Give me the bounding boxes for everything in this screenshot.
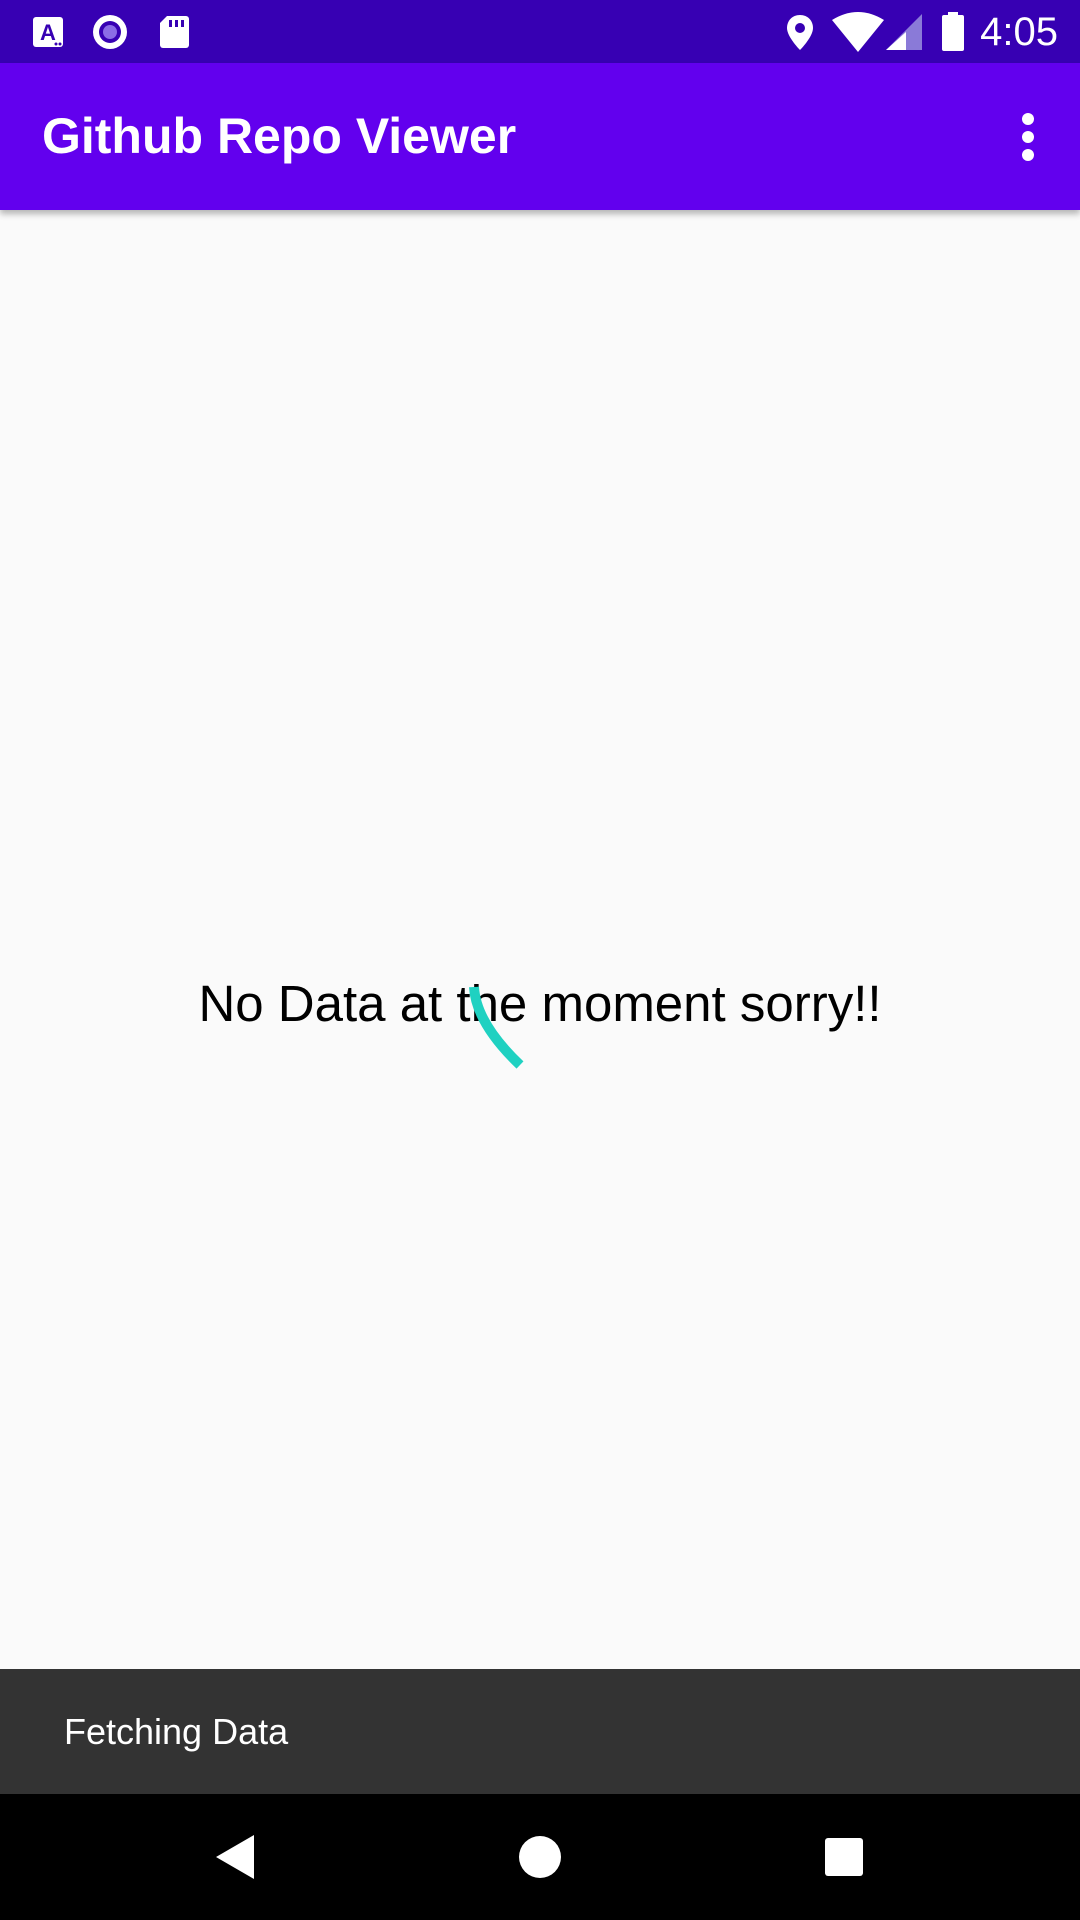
status-bar: A 4:05 [0,0,1080,63]
app-screen: A 4:05 Github Repo Viewer No Data at the… [0,0,1080,1920]
navigation-bar [0,1794,1080,1920]
app-title: Github Repo Viewer [42,108,517,164]
accessibility-a-icon: A [33,17,63,47]
app-bar: Github Repo Viewer [0,63,1080,210]
snackbar-message: Fetching Data [64,1711,289,1752]
sd-card-icon [160,16,189,48]
cell-signal-icon [886,14,922,50]
more-vert-icon[interactable] [994,103,1062,171]
content-area: No Data at the moment sorry!! [0,210,1080,1669]
status-time: 4:05 [980,10,1058,54]
back-triangle-icon[interactable] [196,1817,276,1897]
loading-spinner-icon [469,986,524,1069]
home-circle-icon[interactable] [500,1817,580,1897]
recents-square-icon[interactable] [804,1817,884,1897]
empty-state-message: No Data at the moment sorry!! [198,975,882,1032]
battery-icon [942,12,964,51]
snackbar: Fetching Data [0,1669,1080,1794]
location-pin-icon [787,15,813,50]
wifi-icon [832,12,884,52]
record-circle-icon [93,15,127,49]
svg-text:A: A [40,20,56,45]
